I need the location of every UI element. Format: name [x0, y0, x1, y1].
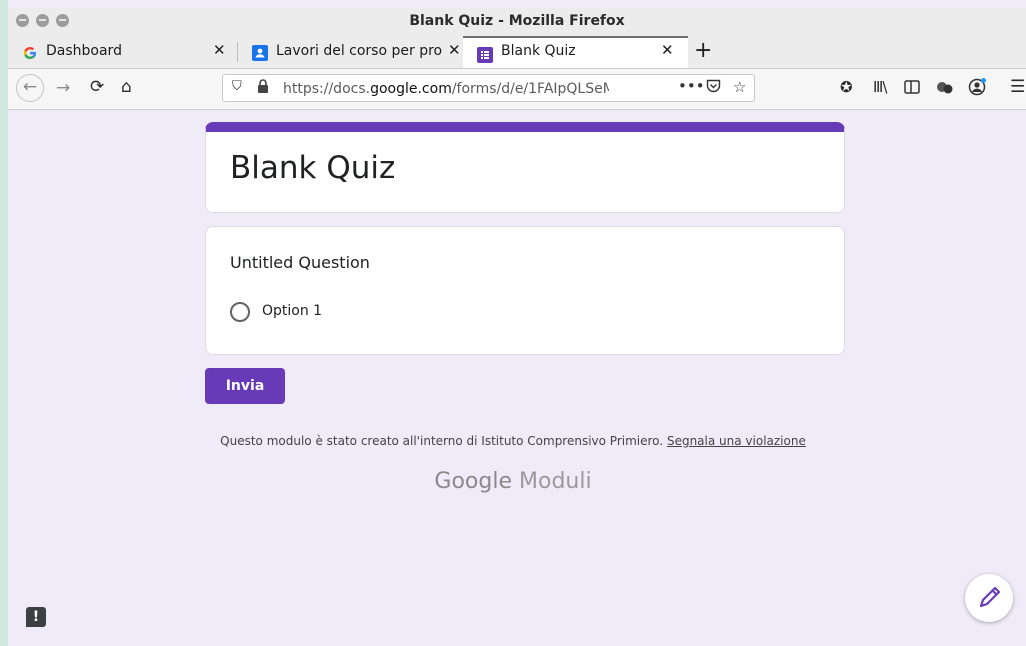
- option-label[interactable]: Option 1: [262, 303, 322, 319]
- question-card: Untitled Question Option 1: [205, 226, 845, 355]
- footer-text: Questo modulo è stato creato all'interno…: [220, 434, 664, 448]
- tab-lavori[interactable]: Lavori del corso per prov ✕: [238, 36, 462, 68]
- new-tab-icon[interactable]: +: [694, 38, 712, 63]
- account-icon[interactable]: [968, 78, 986, 101]
- report-feedback-icon[interactable]: !: [26, 607, 46, 627]
- form-title: Blank Quiz: [230, 150, 396, 186]
- submit-button[interactable]: Invia: [205, 368, 285, 404]
- sidebar-icon[interactable]: [904, 79, 920, 99]
- pocket-icon[interactable]: [706, 79, 721, 97]
- window-titlebar: Blank Quiz - Mozilla Firefox: [8, 8, 1026, 36]
- question-title: Untitled Question: [230, 253, 370, 272]
- back-arrow-icon[interactable]: ←: [16, 74, 44, 102]
- classroom-icon: [252, 45, 268, 61]
- navigation-bar: ← → ⟳ ⌂ ⛉ https://docs.google.com/forms/…: [8, 69, 1026, 110]
- close-tab-icon[interactable]: ✕: [448, 41, 461, 59]
- window-title: Blank Quiz - Mozilla Firefox: [409, 13, 625, 29]
- tab-label: Dashboard: [46, 43, 122, 59]
- library-icon[interactable]: Ⅲ\: [873, 78, 887, 96]
- edit-pencil-fab[interactable]: [965, 574, 1013, 622]
- url-text[interactable]: https://docs.google.com/forms/d/e/1FAIpQ…: [283, 81, 609, 97]
- forward-arrow-icon[interactable]: →: [56, 78, 70, 98]
- page-actions-menu-icon[interactable]: •••: [678, 77, 705, 95]
- option-radio[interactable]: [230, 302, 250, 322]
- reload-icon[interactable]: ⟳: [90, 77, 104, 97]
- bookmarks-star-icon[interactable]: ✪: [840, 78, 853, 96]
- form-footer: Questo modulo è stato creato all'interno…: [0, 434, 1026, 448]
- close-tab-icon[interactable]: ✕: [213, 41, 226, 59]
- google-forms-logo: Google Moduli: [434, 469, 592, 494]
- padlock-icon[interactable]: [257, 79, 269, 97]
- tab-blank-quiz[interactable]: Blank Quiz ✕: [463, 36, 688, 68]
- extension-icon[interactable]: [936, 79, 954, 99]
- report-abuse-link[interactable]: Segnala una violazione: [667, 434, 806, 448]
- url-bar[interactable]: ⛉ https://docs.google.com/forms/d/e/1FAI…: [222, 74, 755, 102]
- tab-label: Blank Quiz: [501, 43, 576, 59]
- bookmark-star-icon[interactable]: ☆: [733, 78, 746, 96]
- tab-dashboard[interactable]: Dashboard ✕: [8, 36, 236, 68]
- tab-bar: Dashboard ✕ Lavori del corso per prov ✕ …: [8, 36, 1026, 69]
- hamburger-menu-icon[interactable]: ☰: [1010, 77, 1025, 97]
- tracking-protection-shield-icon[interactable]: ⛉: [232, 79, 242, 94]
- close-tab-icon[interactable]: ✕: [661, 41, 674, 59]
- form-header-card: Blank Quiz: [205, 122, 845, 213]
- pencil-icon: [979, 586, 1001, 608]
- forms-icon: [477, 47, 493, 63]
- home-icon[interactable]: ⌂: [121, 77, 132, 97]
- tab-label: Lavori del corso per prov: [276, 43, 442, 59]
- google-g-icon: [22, 45, 38, 61]
- desktop-edge: [0, 0, 8, 646]
